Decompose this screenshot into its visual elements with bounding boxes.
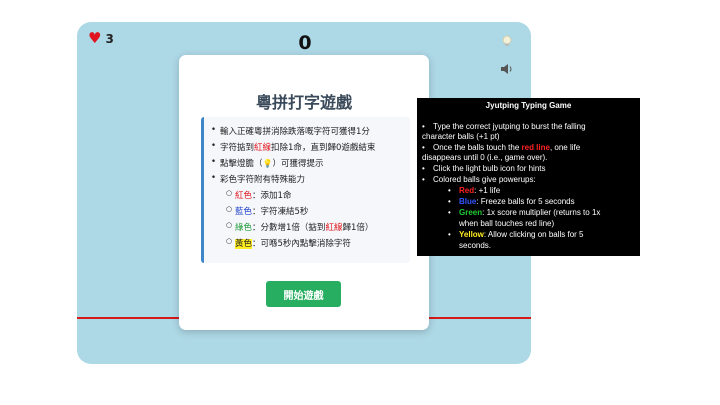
dialog-title: 粵拼打字遊戲	[255, 93, 352, 112]
light-bulb-icon: 💡	[262, 159, 273, 168]
red-line-label: 紅線	[254, 143, 272, 153]
start-game-button[interactable]: 開始遊戲	[266, 281, 341, 307]
lives-counter: ♥ 3	[88, 31, 114, 46]
heart-icon: ♥	[88, 29, 102, 47]
tooltip-title: Jyutping Typing Game	[485, 101, 572, 110]
light-bulb-icon[interactable]	[500, 34, 514, 48]
score-display: 0	[298, 32, 312, 54]
start-dialog: 粵拼打字遊戲 • 輸入正確粵拼消除跌落嘅字符可獲得1分 • 字符掂到紅線扣除1命…	[179, 55, 429, 330]
rules-panel: • 輸入正確粵拼消除跌落嘅字符可獲得1分 • 字符掂到紅線扣除1命，直到歸0遊戲…	[201, 117, 410, 263]
speaker-icon[interactable]	[500, 63, 514, 75]
lives-value: 3	[105, 31, 114, 46]
help-tooltip: Jyutping Typing Game • Type the correct j…	[417, 98, 640, 256]
